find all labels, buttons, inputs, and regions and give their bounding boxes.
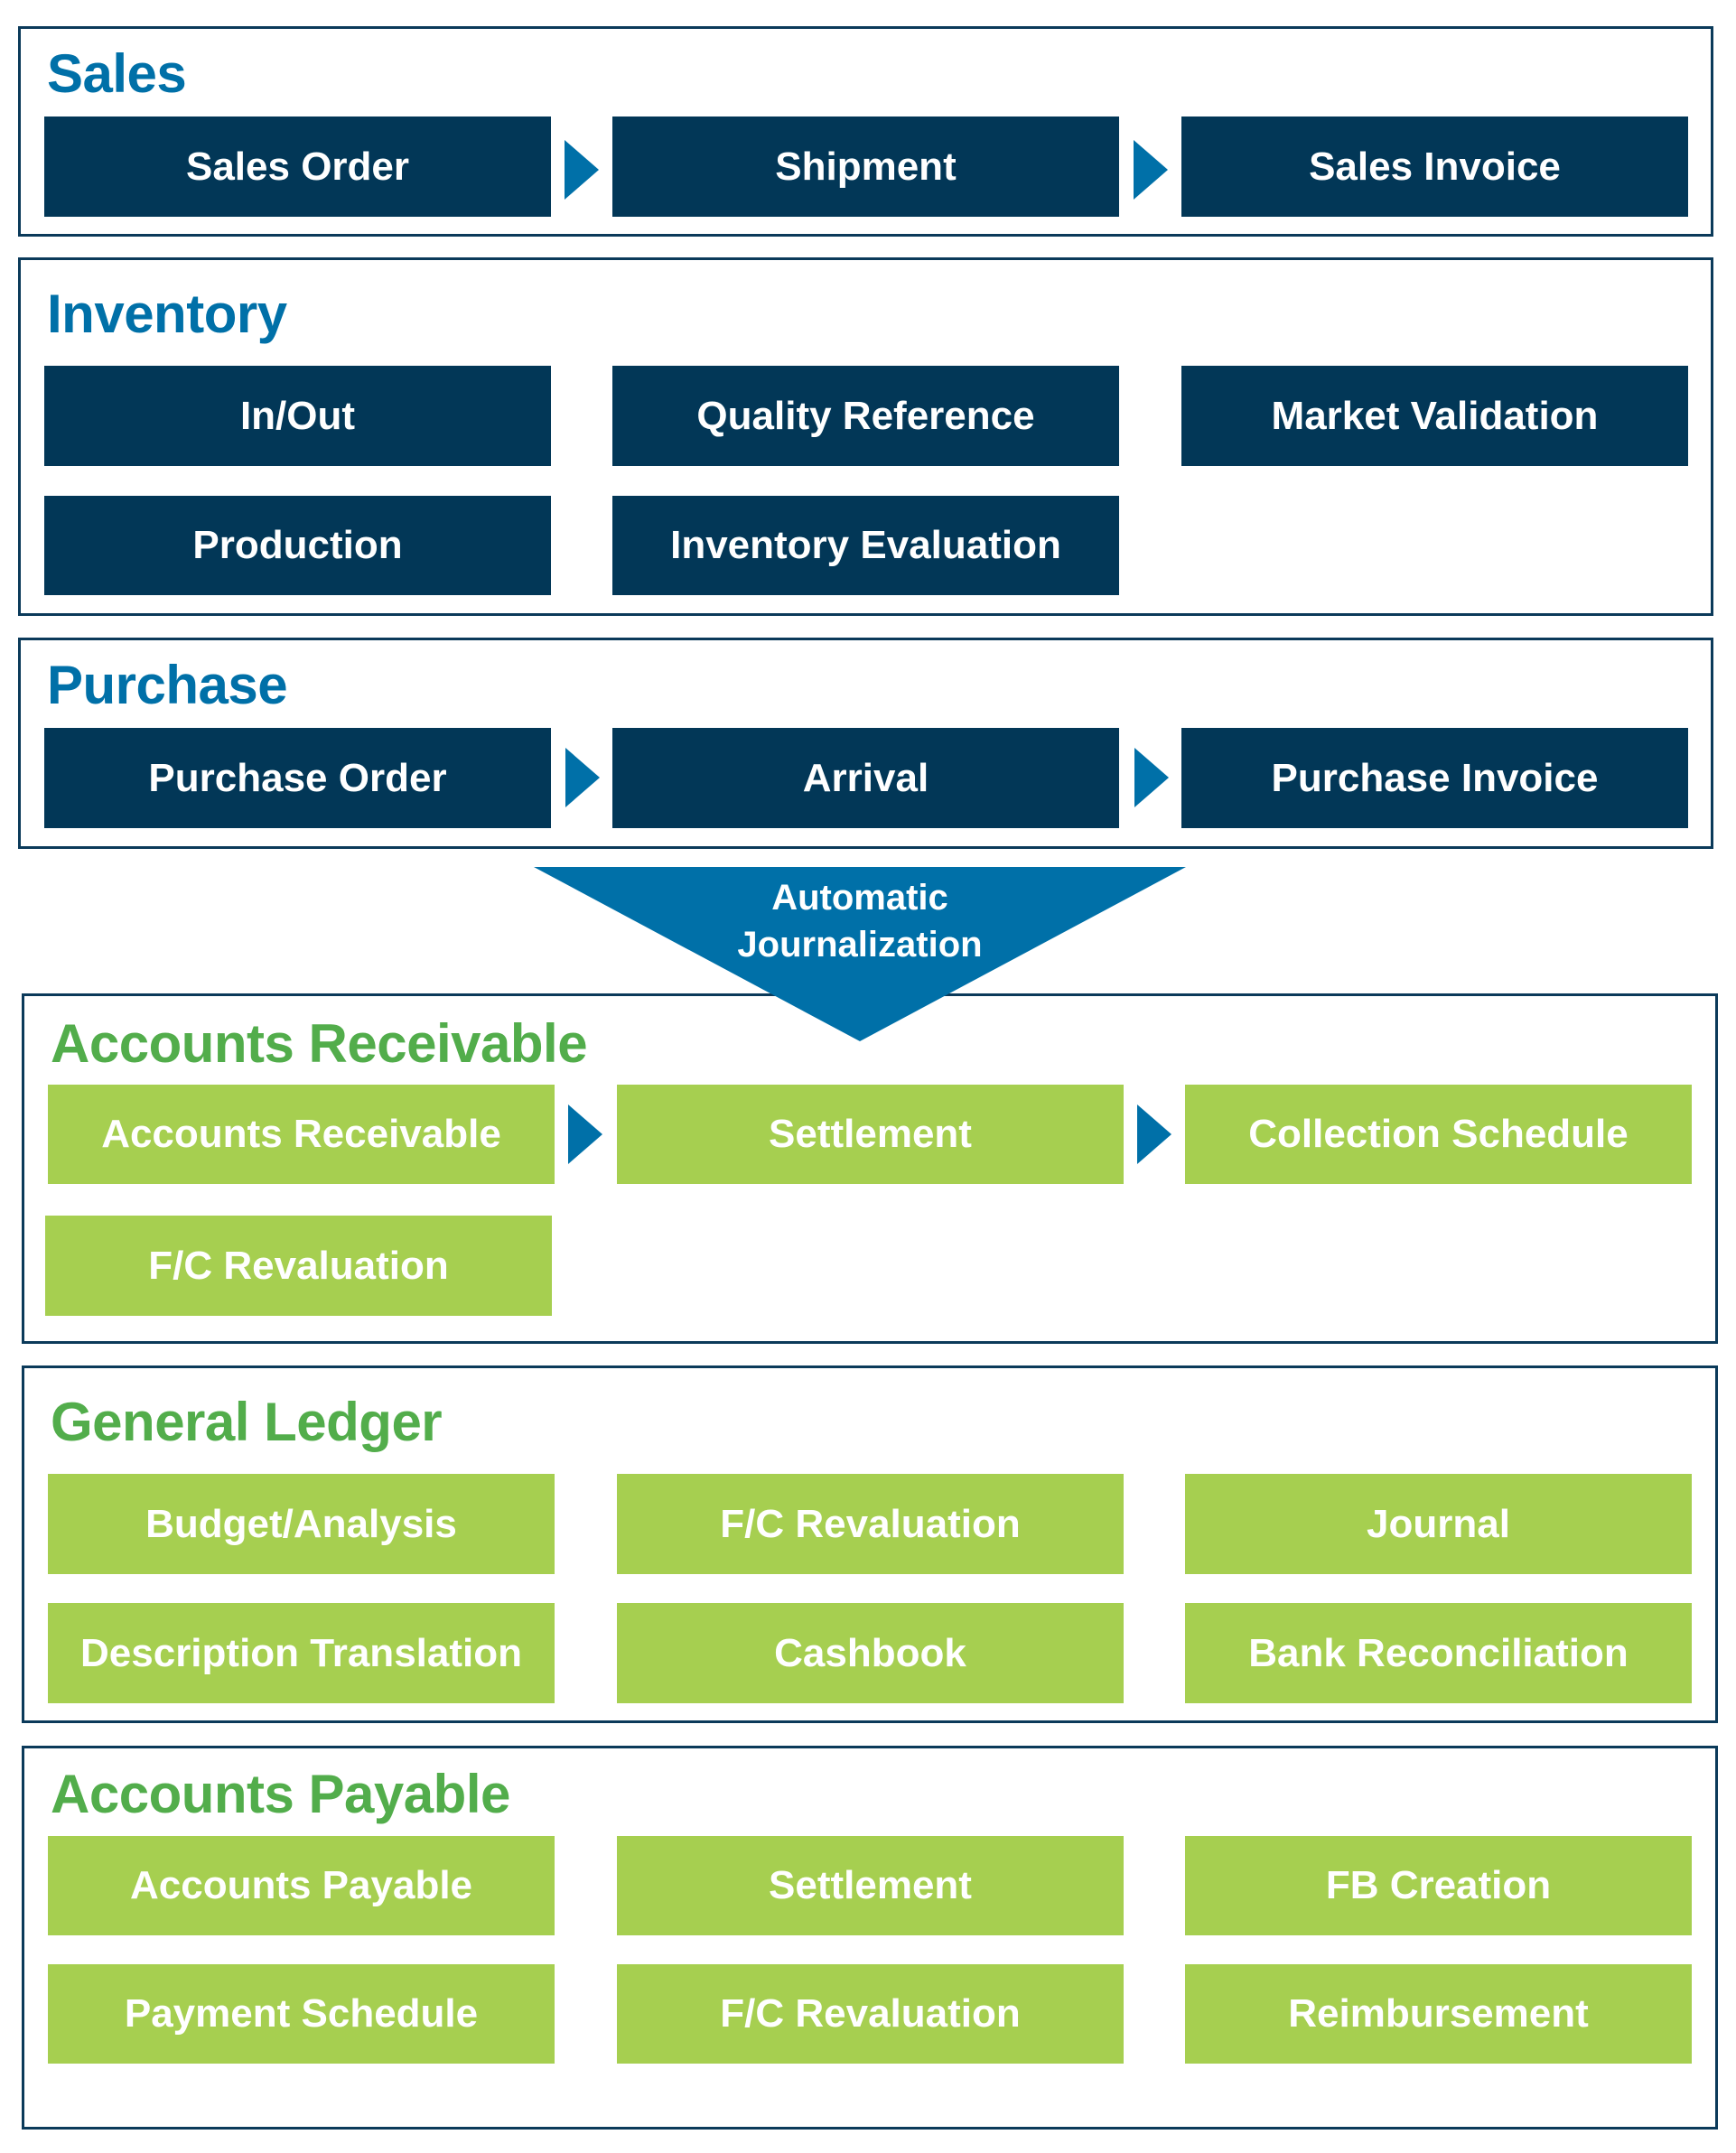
arrow-right-icon (1134, 748, 1169, 807)
ap-fc-revaluation-box: F/C Revaluation (617, 1964, 1124, 2064)
fb-creation-box: FB Creation (1185, 1836, 1692, 1935)
accounts-receivable-box: Accounts Receivable (48, 1085, 555, 1184)
journal-box: Journal (1185, 1474, 1692, 1574)
bank-reconciliation-box: Bank Reconciliation (1185, 1603, 1692, 1703)
quality-reference-box: Quality Reference (612, 366, 1119, 466)
ap-settlement-box: Settlement (617, 1836, 1124, 1935)
arrow-right-icon (1137, 1104, 1171, 1164)
cashbook-box: Cashbook (617, 1603, 1124, 1703)
shipment-box: Shipment (612, 117, 1119, 217)
sales-order-box: Sales Order (44, 117, 551, 217)
accounts-payable-box: Accounts Payable (48, 1836, 555, 1935)
connector-line2: Journalization (737, 925, 983, 965)
market-validation-box: Market Validation (1181, 366, 1688, 466)
accounts-payable-title: Accounts Payable (51, 1764, 510, 1824)
arrow-right-icon (568, 1104, 602, 1164)
inventory-evaluation-box: Inventory Evaluation (612, 496, 1119, 595)
settlement-box: Settlement (617, 1085, 1124, 1184)
gl-fc-revaluation-box: F/C Revaluation (617, 1474, 1124, 1574)
in-out-box: In/Out (44, 366, 551, 466)
inventory-title: Inventory (47, 284, 287, 344)
arrow-right-icon (565, 748, 600, 807)
sales-invoice-box: Sales Invoice (1181, 117, 1688, 217)
arrival-box: Arrival (612, 728, 1119, 828)
automatic-journalization-label: Automatic Journalization (534, 874, 1186, 968)
purchase-order-box: Purchase Order (44, 728, 551, 828)
purchase-title: Purchase (47, 655, 288, 715)
sales-title: Sales (47, 43, 187, 104)
arrow-right-icon (1134, 140, 1168, 200)
arrow-right-icon (565, 140, 599, 200)
reimbursement-box: Reimbursement (1185, 1964, 1692, 2064)
production-box: Production (44, 496, 551, 595)
accounts-receivable-title: Accounts Receivable (51, 1013, 588, 1074)
payment-schedule-box: Payment Schedule (48, 1964, 555, 2064)
purchase-invoice-box: Purchase Invoice (1181, 728, 1688, 828)
general-ledger-title: General Ledger (51, 1392, 443, 1452)
connector-line1: Automatic (771, 878, 948, 918)
description-translation-box: Description Translation (48, 1603, 555, 1703)
collection-schedule-box: Collection Schedule (1185, 1085, 1692, 1184)
budget-analysis-box: Budget/Analysis (48, 1474, 555, 1574)
fc-revaluation-box: F/C Revaluation (45, 1216, 552, 1316)
